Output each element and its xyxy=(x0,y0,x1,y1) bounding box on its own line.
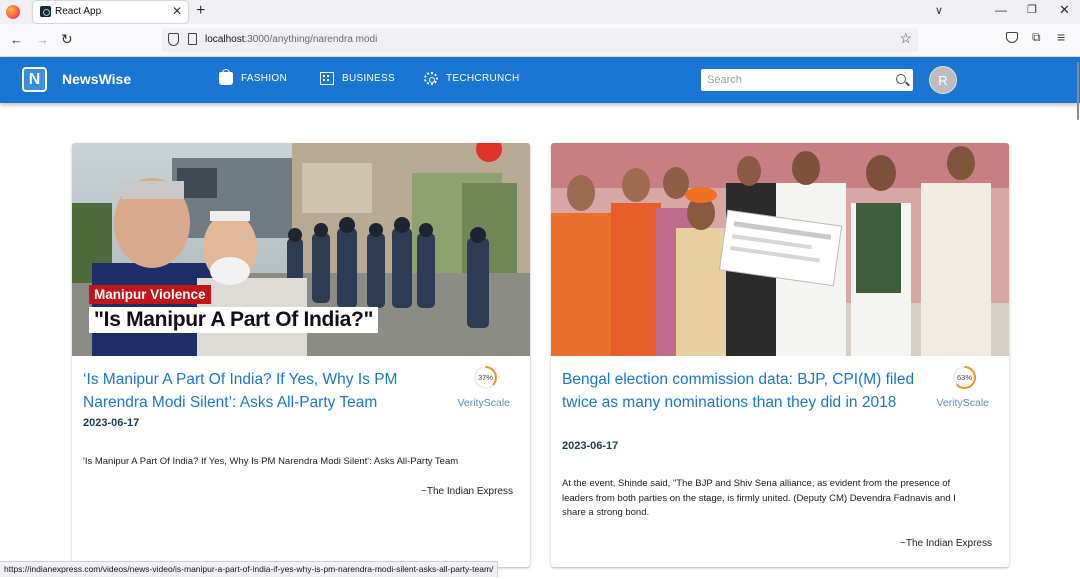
react-favicon-icon xyxy=(40,6,51,17)
verity-score-value: 63% xyxy=(956,373,972,382)
window-restore-icon[interactable]: ❐ xyxy=(1027,3,1037,16)
news-image-manipur[interactable]: Manipur Violence "Is Manipur A Part Of I… xyxy=(72,143,530,356)
nav-business-label: BUSINESS xyxy=(342,73,395,84)
page-scrollbar[interactable] xyxy=(1077,62,1079,120)
firefox-icon[interactable] xyxy=(6,5,20,19)
card-description: At the event, Shinde said, "The BJP and … xyxy=(562,478,956,518)
card-description: 'Is Manipur A Part Of India? If Yes, Why… xyxy=(83,456,459,467)
brand-name[interactable]: NewsWise xyxy=(62,71,131,87)
building-icon xyxy=(320,72,334,85)
extensions-icon[interactable]: ⧉ xyxy=(1032,30,1041,45)
pocket-icon[interactable] xyxy=(1006,32,1018,43)
nav-fashion-label: FASHION xyxy=(241,73,287,84)
status-bar-url: https://indianexpress.com/videos/news-vi… xyxy=(0,561,499,577)
url-host: localhost xyxy=(205,34,245,45)
window-close-icon[interactable]: ✕ xyxy=(1059,2,1070,18)
news-card[interactable]: Bengal election commission data: BJP, CP… xyxy=(551,143,1009,567)
search-icon[interactable] xyxy=(896,74,906,84)
new-tab-icon[interactable]: + xyxy=(196,2,205,20)
shield-icon[interactable] xyxy=(168,33,179,46)
hamburger-menu-icon[interactable]: ≡ xyxy=(1057,29,1065,45)
nav-fashion[interactable]: FASHION xyxy=(219,69,287,85)
browser-tab[interactable]: React App ✕ xyxy=(33,1,188,23)
news-photo xyxy=(551,143,1009,356)
tab-title: React App xyxy=(55,6,102,17)
search-input[interactable] xyxy=(707,72,887,88)
avatar[interactable]: R xyxy=(929,66,957,94)
url-bar[interactable]: localhost:3000/anything/narendra modi ☆ xyxy=(162,28,918,52)
search-box[interactable] xyxy=(701,69,913,91)
nav-business[interactable]: BUSINESS xyxy=(320,72,395,85)
gear-icon xyxy=(424,72,438,85)
news-image-bengal[interactable] xyxy=(551,143,1009,356)
tab-close-icon[interactable]: ✕ xyxy=(172,4,182,18)
card-title[interactable]: ‘Is Manipur A Part Of India? If Yes, Why… xyxy=(83,368,443,414)
shopping-bag-icon xyxy=(219,69,233,85)
image-tag: Manipur Violence xyxy=(89,285,211,304)
verity-score-label: VerityScale xyxy=(457,397,510,409)
nav-techcrunch[interactable]: TECHCRUNCH xyxy=(424,72,520,85)
news-card[interactable]: Manipur Violence "Is Manipur A Part Of I… xyxy=(72,143,530,567)
bookmark-star-icon[interactable]: ☆ xyxy=(899,30,912,47)
forward-arrow-icon[interactable]: → xyxy=(36,32,49,47)
url-text[interactable]: localhost:3000/anything/narendra modi xyxy=(205,34,377,45)
list-all-tabs-icon[interactable]: ∨ xyxy=(935,4,943,17)
card-source: ~The Indian Express xyxy=(421,486,513,497)
page-info-icon[interactable] xyxy=(188,33,197,45)
app-header: N NewsWise FASHION BUSINESS TECHCRUNCH R xyxy=(0,57,1080,103)
verity-score-label: VerityScale xyxy=(936,397,989,409)
back-arrow-icon[interactable]: ← xyxy=(10,32,23,47)
reload-icon[interactable]: ↻ xyxy=(61,31,73,48)
browser-nav-bar: ← → ↻ localhost:3000/anything/narendra m… xyxy=(0,24,1080,57)
browser-tab-bar: React App ✕ + ∨ — ❐ ✕ xyxy=(0,0,1080,24)
newswise-logo[interactable]: N xyxy=(22,67,47,92)
card-source: ~The Indian Express xyxy=(900,538,992,549)
card-title[interactable]: Bengal election commission data: BJP, CP… xyxy=(562,368,922,414)
url-path: :3000/anything/narendra modi xyxy=(244,34,378,45)
card-date: 2023-06-17 xyxy=(83,417,140,429)
card-date: 2023-06-17 xyxy=(562,440,619,452)
nav-techcrunch-label: TECHCRUNCH xyxy=(446,73,520,84)
window-minimize-icon[interactable]: — xyxy=(995,3,1007,17)
image-quote: "Is Manipur A Part Of India?" xyxy=(89,307,379,333)
verity-score-value: 37% xyxy=(477,373,493,382)
